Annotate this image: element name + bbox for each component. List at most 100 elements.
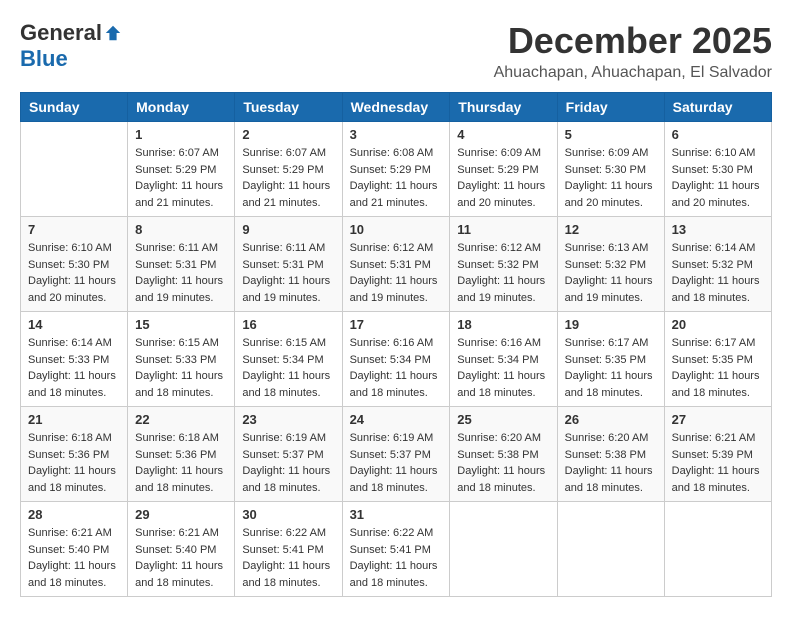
day-number: 10 <box>350 222 443 237</box>
day-info: Sunrise: 6:15 AMSunset: 5:33 PMDaylight:… <box>135 335 227 401</box>
calendar-header-monday: Monday <box>128 93 235 122</box>
day-info: Sunrise: 6:15 AMSunset: 5:34 PMDaylight:… <box>242 335 334 401</box>
calendar-cell: 23 Sunrise: 6:19 AMSunset: 5:37 PMDayligh… <box>235 407 342 502</box>
day-info: Sunrise: 6:18 AMSunset: 5:36 PMDaylight:… <box>28 430 120 496</box>
day-info: Sunrise: 6:20 AMSunset: 5:38 PMDaylight:… <box>565 430 657 496</box>
day-number: 13 <box>672 222 764 237</box>
day-number: 30 <box>242 507 334 522</box>
calendar-cell: 21 Sunrise: 6:18 AMSunset: 5:36 PMDayligh… <box>21 407 128 502</box>
day-number: 7 <box>28 222 120 237</box>
month-title: December 2025 <box>494 20 772 62</box>
calendar-week-5: 28 Sunrise: 6:21 AMSunset: 5:40 PMDayligh… <box>21 502 772 597</box>
calendar-cell: 6 Sunrise: 6:10 AMSunset: 5:30 PMDaylight… <box>664 122 771 217</box>
day-number: 25 <box>457 412 549 427</box>
day-number: 19 <box>565 317 657 332</box>
day-number: 15 <box>135 317 227 332</box>
day-info: Sunrise: 6:08 AMSunset: 5:29 PMDaylight:… <box>350 145 443 211</box>
day-number: 12 <box>565 222 657 237</box>
day-number: 9 <box>242 222 334 237</box>
calendar-cell: 25 Sunrise: 6:20 AMSunset: 5:38 PMDayligh… <box>450 407 557 502</box>
logo-general: General <box>20 20 102 46</box>
calendar-table: SundayMondayTuesdayWednesdayThursdayFrid… <box>20 92 772 597</box>
calendar-cell: 4Sunrise: 6:09 AMSunset: 5:29 PMDaylight… <box>450 122 557 217</box>
day-number: 27 <box>672 412 764 427</box>
calendar-header-friday: Friday <box>557 93 664 122</box>
day-number: 3 <box>350 127 443 142</box>
calendar-cell: 5Sunrise: 6:09 AMSunset: 5:30 PMDaylight… <box>557 122 664 217</box>
logo: General Blue <box>20 20 122 72</box>
day-info: Sunrise: 6:21 AMSunset: 5:40 PMDaylight:… <box>135 525 227 591</box>
day-info: Sunrise: 6:12 AMSunset: 5:31 PMDaylight:… <box>350 240 443 306</box>
day-info: Sunrise: 6:09 AMSunset: 5:30 PMDaylight:… <box>565 145 657 211</box>
day-number: 6 <box>672 127 764 142</box>
calendar-cell: 10 Sunrise: 6:12 AMSunset: 5:31 PMDayligh… <box>342 217 450 312</box>
day-number: 24 <box>350 412 443 427</box>
calendar-cell: 30 Sunrise: 6:22 AMSunset: 5:41 PMDayligh… <box>235 502 342 597</box>
calendar-cell: 22 Sunrise: 6:18 AMSunset: 5:36 PMDayligh… <box>128 407 235 502</box>
day-info: Sunrise: 6:14 AMSunset: 5:33 PMDaylight:… <box>28 335 120 401</box>
day-info: Sunrise: 6:22 AMSunset: 5:41 PMDaylight:… <box>350 525 443 591</box>
calendar-header-saturday: Saturday <box>664 93 771 122</box>
day-number: 23 <box>242 412 334 427</box>
calendar-cell: 29 Sunrise: 6:21 AMSunset: 5:40 PMDayligh… <box>128 502 235 597</box>
day-number: 20 <box>672 317 764 332</box>
day-info: Sunrise: 6:16 AMSunset: 5:34 PMDaylight:… <box>350 335 443 401</box>
logo-blue: Blue <box>20 46 68 72</box>
calendar-cell: 17 Sunrise: 6:16 AMSunset: 5:34 PMDayligh… <box>342 312 450 407</box>
day-number: 18 <box>457 317 549 332</box>
day-info: Sunrise: 6:12 AMSunset: 5:32 PMDaylight:… <box>457 240 549 306</box>
day-number: 26 <box>565 412 657 427</box>
calendar-week-3: 14 Sunrise: 6:14 AMSunset: 5:33 PMDayligh… <box>21 312 772 407</box>
calendar-header-wednesday: Wednesday <box>342 93 450 122</box>
day-info: Sunrise: 6:09 AMSunset: 5:29 PMDaylight:… <box>457 145 549 211</box>
calendar-cell: 31Sunrise: 6:22 AMSunset: 5:41 PMDayligh… <box>342 502 450 597</box>
calendar-cell: 15 Sunrise: 6:15 AMSunset: 5:33 PMDayligh… <box>128 312 235 407</box>
title-section: December 2025 Ahuachapan, Ahuachapan, El… <box>494 20 772 82</box>
calendar-cell: 24Sunrise: 6:19 AMSunset: 5:37 PMDayligh… <box>342 407 450 502</box>
calendar-cell: 20 Sunrise: 6:17 AMSunset: 5:35 PMDayligh… <box>664 312 771 407</box>
calendar-cell: 8Sunrise: 6:11 AMSunset: 5:31 PMDaylight… <box>128 217 235 312</box>
day-info: Sunrise: 6:19 AMSunset: 5:37 PMDaylight:… <box>242 430 334 496</box>
day-info: Sunrise: 6:22 AMSunset: 5:41 PMDaylight:… <box>242 525 334 591</box>
day-number: 14 <box>28 317 120 332</box>
calendar-cell: 9Sunrise: 6:11 AMSunset: 5:31 PMDaylight… <box>235 217 342 312</box>
day-info: Sunrise: 6:21 AMSunset: 5:39 PMDaylight:… <box>672 430 764 496</box>
calendar-cell: 1 Sunrise: 6:07 AMSunset: 5:29 PMDaylight… <box>128 122 235 217</box>
calendar-cell: 27 Sunrise: 6:21 AMSunset: 5:39 PMDayligh… <box>664 407 771 502</box>
day-info: Sunrise: 6:07 AMSunset: 5:29 PMDaylight:… <box>135 145 227 211</box>
logo-icon <box>104 24 122 42</box>
day-number: 16 <box>242 317 334 332</box>
day-info: Sunrise: 6:16 AMSunset: 5:34 PMDaylight:… <box>457 335 549 401</box>
calendar-cell: 7 Sunrise: 6:10 AMSunset: 5:30 PMDaylight… <box>21 217 128 312</box>
calendar-cell: 19 Sunrise: 6:17 AMSunset: 5:35 PMDayligh… <box>557 312 664 407</box>
page-header: General Blue December 2025 Ahuachapan, A… <box>20 20 772 82</box>
calendar-cell <box>664 502 771 597</box>
day-number: 17 <box>350 317 443 332</box>
day-number: 21 <box>28 412 120 427</box>
calendar-cell: 3 Sunrise: 6:08 AMSunset: 5:29 PMDaylight… <box>342 122 450 217</box>
calendar-cell <box>21 122 128 217</box>
calendar-week-2: 7 Sunrise: 6:10 AMSunset: 5:30 PMDaylight… <box>21 217 772 312</box>
calendar-cell: 26 Sunrise: 6:20 AMSunset: 5:38 PMDayligh… <box>557 407 664 502</box>
calendar-cell: 2Sunrise: 6:07 AMSunset: 5:29 PMDaylight… <box>235 122 342 217</box>
calendar-cell: 18 Sunrise: 6:16 AMSunset: 5:34 PMDayligh… <box>450 312 557 407</box>
day-info: Sunrise: 6:17 AMSunset: 5:35 PMDaylight:… <box>565 335 657 401</box>
day-number: 11 <box>457 222 549 237</box>
day-info: Sunrise: 6:21 AMSunset: 5:40 PMDaylight:… <box>28 525 120 591</box>
day-info: Sunrise: 6:20 AMSunset: 5:38 PMDaylight:… <box>457 430 549 496</box>
calendar-cell: 16 Sunrise: 6:15 AMSunset: 5:34 PMDayligh… <box>235 312 342 407</box>
calendar-week-4: 21 Sunrise: 6:18 AMSunset: 5:36 PMDayligh… <box>21 407 772 502</box>
day-info: Sunrise: 6:10 AMSunset: 5:30 PMDaylight:… <box>672 145 764 211</box>
day-info: Sunrise: 6:10 AMSunset: 5:30 PMDaylight:… <box>28 240 120 306</box>
day-number: 29 <box>135 507 227 522</box>
calendar-cell: 28 Sunrise: 6:21 AMSunset: 5:40 PMDayligh… <box>21 502 128 597</box>
day-number: 22 <box>135 412 227 427</box>
day-number: 2 <box>242 127 334 142</box>
calendar-header-tuesday: Tuesday <box>235 93 342 122</box>
calendar-week-1: 1 Sunrise: 6:07 AMSunset: 5:29 PMDaylight… <box>21 122 772 217</box>
day-number: 28 <box>28 507 120 522</box>
day-number: 1 <box>135 127 227 142</box>
day-info: Sunrise: 6:18 AMSunset: 5:36 PMDaylight:… <box>135 430 227 496</box>
day-info: Sunrise: 6:17 AMSunset: 5:35 PMDaylight:… <box>672 335 764 401</box>
calendar-header-sunday: Sunday <box>21 93 128 122</box>
